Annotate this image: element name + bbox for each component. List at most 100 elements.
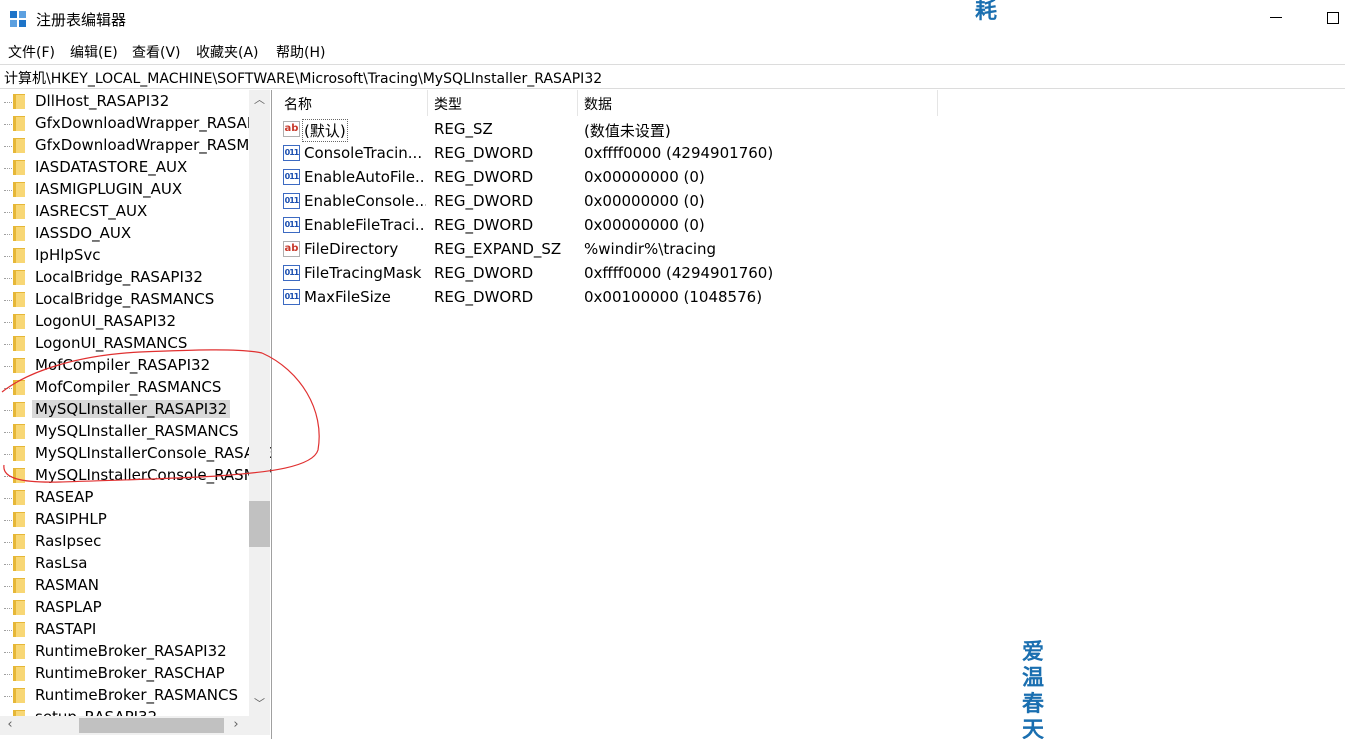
- tree-item[interactable]: MofCompiler_RASAPI32: [0, 355, 250, 377]
- tree-item[interactable]: GfxDownloadWrapper_RASMANCS: [0, 135, 271, 157]
- scroll-left-icon[interactable]: ‹: [0, 716, 20, 735]
- tree-item-label[interactable]: LocalBridge_RASAPI32: [35, 268, 203, 286]
- tree-item-label[interactable]: IASSDO_AUX: [35, 224, 131, 242]
- tree-item[interactable]: GfxDownloadWrapper_RASAPI32: [0, 113, 271, 135]
- tree-item-label[interactable]: GfxDownloadWrapper_RASAPI32: [35, 114, 271, 132]
- tree-item[interactable]: RasIpsec: [0, 531, 250, 553]
- column-header-name[interactable]: 名称: [284, 94, 312, 116]
- menu-favorites[interactable]: 收藏夹(A): [196, 42, 259, 62]
- scroll-up-icon[interactable]: ︿: [249, 90, 270, 110]
- tree-item-label[interactable]: MySQLInstallerConsole_RASMANCS: [35, 466, 271, 484]
- value-row[interactable]: 011 MaxFileSize REG_DWORD 0x00100000 (10485…: [276, 285, 976, 309]
- tree-item[interactable]: LocalBridge_RASAPI32: [0, 267, 250, 289]
- tree-item-label[interactable]: RASTAPI: [35, 620, 96, 638]
- tree-item[interactable]: IpHlpSvc: [0, 245, 250, 267]
- tree-item-label[interactable]: LogonUI_RASMANCS: [35, 334, 187, 352]
- tree-item-label[interactable]: DllHost_RASAPI32: [35, 92, 169, 110]
- tree-item[interactable]: RuntimeBroker_RASCHAP: [0, 663, 250, 685]
- tree-item-label[interactable]: MofCompiler_RASAPI32: [35, 356, 210, 374]
- tree-item-label[interactable]: RASPLAP: [35, 598, 102, 616]
- tree-item[interactable]: RuntimeBroker_RASMANCS: [0, 685, 250, 707]
- value-row[interactable]: 011 FileTracingMask REG_DWORD 0xffff0000 (4…: [276, 261, 976, 285]
- tree-item[interactable]: MySQLInstaller_RASAPI32: [0, 399, 250, 421]
- key-tree-pane[interactable]: DllHost_RASAPI32 GfxDownloadWrapper_RASAP…: [0, 90, 272, 739]
- minimize-button[interactable]: [1270, 17, 1282, 18]
- tree-item[interactable]: DllHost_RASAPI32: [0, 91, 250, 113]
- column-header-type[interactable]: 类型: [434, 94, 462, 116]
- tree-item-label[interactable]: IASMIGPLUGIN_AUX: [35, 180, 182, 198]
- column-divider[interactable]: [427, 90, 428, 116]
- tree-item-label[interactable]: MySQLInstallerConsole_RASAPI32: [35, 444, 271, 462]
- tree-horizontal-scrollbar[interactable]: ‹ ›: [0, 716, 270, 735]
- value-row[interactable]: ab (默认) REG_SZ (数值未设置): [276, 117, 976, 142]
- tree-item-label[interactable]: IpHlpSvc: [35, 246, 101, 264]
- value-row[interactable]: 011 EnableAutoFile... REG_DWORD 0x00000000 …: [276, 165, 976, 189]
- tree-item[interactable]: IASRECST_AUX: [0, 201, 250, 223]
- tree-item[interactable]: MySQLInstallerConsole_RASAPI32: [0, 443, 271, 465]
- tree-item-label[interactable]: MySQLInstaller_RASAPI32: [32, 400, 231, 418]
- address-bar[interactable]: 计算机\HKEY_LOCAL_MACHINE\SOFTWARE\Microsof…: [0, 64, 1345, 89]
- tree-item-label[interactable]: IASRECST_AUX: [35, 202, 147, 220]
- tree-connector: [4, 388, 12, 389]
- scroll-right-icon[interactable]: ›: [226, 716, 246, 735]
- maximize-button[interactable]: [1327, 12, 1339, 24]
- menu-help[interactable]: 帮助(H): [276, 42, 325, 62]
- value-name[interactable]: FileDirectory: [304, 240, 426, 258]
- tree-item-label[interactable]: MofCompiler_RASMANCS: [35, 378, 221, 396]
- tree-item[interactable]: RASPLAP: [0, 597, 250, 619]
- tree-item[interactable]: IASSDO_AUX: [0, 223, 250, 245]
- tree-item-label[interactable]: RASIPHLP: [35, 510, 107, 528]
- tree-item-label[interactable]: RasLsa: [35, 554, 87, 572]
- tree-item[interactable]: RASIPHLP: [0, 509, 250, 531]
- tree-item[interactable]: IASDATASTORE_AUX: [0, 157, 250, 179]
- tree-item-label[interactable]: LocalBridge_RASMANCS: [35, 290, 214, 308]
- value-name[interactable]: FileTracingMask: [304, 264, 426, 282]
- tree-item-label[interactable]: RuntimeBroker_RASAPI32: [35, 642, 227, 660]
- tree-item-label[interactable]: LogonUI_RASAPI32: [35, 312, 176, 330]
- value-name[interactable]: (默认): [302, 119, 348, 142]
- menu-file[interactable]: 文件(F): [8, 42, 55, 62]
- tree-item[interactable]: RASEAP: [0, 487, 250, 509]
- tree-item-label[interactable]: RasIpsec: [35, 532, 101, 550]
- value-row[interactable]: ab FileDirectory REG_EXPAND_SZ %windir%\tra…: [276, 237, 976, 261]
- menu-edit[interactable]: 编辑(E): [70, 42, 118, 62]
- tree-item[interactable]: RuntimeBroker_RASAPI32: [0, 641, 250, 663]
- vertical-scroll-thumb[interactable]: [249, 501, 270, 547]
- tree-item[interactable]: RASMAN: [0, 575, 250, 597]
- tree-item-label[interactable]: RASMAN: [35, 576, 99, 594]
- address-path[interactable]: 计算机\HKEY_LOCAL_MACHINE\SOFTWARE\Microsof…: [4, 68, 602, 88]
- tree-item[interactable]: RASTAPI: [0, 619, 250, 641]
- tree-item-label[interactable]: RuntimeBroker_RASCHAP: [35, 664, 225, 682]
- tree-item[interactable]: LocalBridge_RASMANCS: [0, 289, 250, 311]
- tree-item-label[interactable]: GfxDownloadWrapper_RASMANCS: [35, 136, 271, 154]
- tree-item[interactable]: IASMIGPLUGIN_AUX: [0, 179, 250, 201]
- tree-item[interactable]: LogonUI_RASMANCS: [0, 333, 250, 355]
- value-name[interactable]: EnableFileTraci...: [304, 216, 426, 234]
- tree-item[interactable]: MySQLInstaller_RASMANCS: [0, 421, 250, 443]
- tree-item-label[interactable]: RASEAP: [35, 488, 93, 506]
- column-divider[interactable]: [937, 90, 938, 116]
- tree-item-label[interactable]: MySQLInstaller_RASMANCS: [35, 422, 239, 440]
- value-row[interactable]: 011 EnableFileTraci... REG_DWORD 0x00000000…: [276, 213, 976, 237]
- value-name[interactable]: ConsoleTracin...: [304, 144, 426, 162]
- title-bar: 注册表编辑器 耗: [0, 0, 1345, 38]
- tree-item[interactable]: MySQLInstallerConsole_RASMANCS: [0, 465, 271, 487]
- regedit-app-icon: [10, 11, 27, 28]
- column-divider[interactable]: [577, 90, 578, 116]
- tree-item-label[interactable]: RuntimeBroker_RASMANCS: [35, 686, 238, 704]
- tree-item[interactable]: LogonUI_RASAPI32: [0, 311, 250, 333]
- value-row[interactable]: 011 ConsoleTracin... REG_DWORD 0xffff0000 (…: [276, 141, 976, 165]
- value-name[interactable]: EnableConsole...: [304, 192, 426, 210]
- value-name[interactable]: EnableAutoFile...: [304, 168, 426, 186]
- horizontal-scroll-thumb[interactable]: [79, 718, 224, 733]
- tree-vertical-scrollbar[interactable]: ︿ ﹀: [249, 90, 270, 716]
- column-header-data[interactable]: 数据: [584, 94, 612, 116]
- values-pane[interactable]: 名称 类型 数据 ab (默认) REG_SZ (数值未设置) 011 ConsoleTr…: [276, 90, 1345, 739]
- tree-item-label[interactable]: IASDATASTORE_AUX: [35, 158, 187, 176]
- menu-view[interactable]: 查看(V): [132, 42, 181, 62]
- scroll-down-icon[interactable]: ﹀: [249, 694, 270, 714]
- value-name[interactable]: MaxFileSize: [304, 288, 426, 306]
- tree-item[interactable]: MofCompiler_RASMANCS: [0, 377, 250, 399]
- value-row[interactable]: 011 EnableConsole... REG_DWORD 0x00000000 (…: [276, 189, 976, 213]
- tree-item[interactable]: RasLsa: [0, 553, 250, 575]
